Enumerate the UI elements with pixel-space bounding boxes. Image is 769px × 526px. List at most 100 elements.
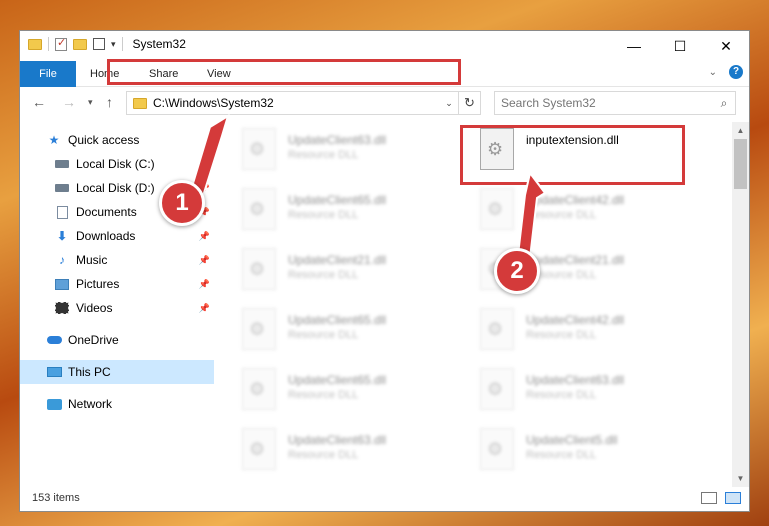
search-input[interactable] (501, 96, 713, 110)
file-type: Resource DLL (526, 449, 597, 461)
file-item[interactable]: UpdateClient65.dll Resource DLL (242, 368, 442, 414)
file-type: Resource DLL (526, 389, 597, 401)
tab-file[interactable]: File (20, 61, 76, 87)
sidebar-item-label: Pictures (76, 277, 120, 291)
star-icon: ★ (48, 133, 60, 147)
search-box[interactable]: ⌕ (494, 91, 736, 115)
sidebar-item-label: Videos (76, 301, 113, 315)
file-type: Resource DLL (288, 329, 359, 341)
disk-icon (54, 157, 70, 171)
file-type: Resource DLL (526, 329, 597, 341)
sidebar-item-label: Local Disk (C:) (76, 157, 155, 171)
minimize-button[interactable]: — (611, 31, 657, 61)
pin-icon[interactable]: 📌 (199, 255, 210, 266)
file-name: UpdateClient5.dll (526, 433, 618, 447)
document-icon (54, 205, 70, 219)
file-item[interactable]: UpdateClient63.dll Resource DLL (242, 428, 442, 474)
music-icon: ♪ (59, 253, 65, 267)
maximize-button[interactable]: ☐ (657, 31, 703, 61)
ribbon-right-controls: ⌄ ? (709, 65, 743, 79)
onedrive-icon (46, 333, 62, 347)
dll-file-icon (480, 188, 514, 230)
navigation-pane: ★ Quick access Local Disk (C:) 📌 Local D… (20, 122, 214, 487)
pin-icon[interactable]: 📌 (199, 159, 210, 170)
dll-file-icon (480, 428, 514, 470)
file-item[interactable]: UpdateClient63.dll Resource DLL (480, 368, 680, 414)
file-item[interactable]: UpdateClient42.dll Resource DLL (480, 188, 680, 234)
scroll-thumb[interactable] (734, 139, 747, 189)
back-arrow-icon[interactable]: ← (32, 94, 46, 110)
sidebar-item-label: Local Disk (D:) (76, 181, 155, 195)
sidebar-item-label: Quick access (68, 133, 140, 147)
file-type: Resource DLL (288, 149, 359, 161)
sidebar-item-onedrive[interactable]: OneDrive (20, 328, 214, 352)
file-name: UpdateClient42.dll (526, 193, 625, 207)
file-item[interactable]: UpdateClient63.dll Resource DLL (242, 128, 442, 174)
file-name: UpdateClient21.dll (288, 253, 387, 267)
dll-file-icon (242, 188, 276, 230)
sidebar-item-pictures[interactable]: Pictures 📌 (20, 272, 214, 296)
search-icon[interactable]: ⌕ (713, 96, 735, 111)
dll-file-icon (242, 428, 276, 470)
tab-view[interactable]: View (193, 61, 245, 87)
file-name: UpdateClient65.dll (288, 313, 387, 327)
refresh-icon[interactable]: ↻ (458, 92, 480, 114)
view-buttons (701, 492, 741, 504)
ribbon: File Home Share View ⌄ ? (20, 61, 749, 87)
status-bar: 153 items (20, 487, 749, 511)
scroll-up-icon[interactable]: ▲ (732, 122, 749, 139)
sidebar-item-videos[interactable]: Videos 📌 (20, 296, 214, 320)
item-count: 153 items (32, 492, 80, 504)
recent-locations-icon[interactable]: ▾ (88, 97, 93, 108)
file-name: UpdateClient63.dll (288, 433, 387, 447)
expand-ribbon-icon[interactable]: ⌄ (709, 67, 717, 78)
address-dropdown-icon[interactable]: ⌄ (440, 98, 458, 109)
navigation-bar: ← → ▾ ↑ C:\Windows\System32 ⌄ ↻ ⌕ (20, 88, 749, 118)
file-item[interactable]: UpdateClient65.dll Resource DLL (242, 308, 442, 354)
sidebar-item-network[interactable]: Network (20, 392, 214, 416)
file-type: Resource DLL (288, 269, 359, 281)
new-folder-icon[interactable] (73, 38, 87, 50)
large-icons-view-icon[interactable] (725, 492, 741, 504)
forward-arrow-icon[interactable]: → (62, 94, 76, 110)
sidebar-item-quick-access[interactable]: ★ Quick access (20, 128, 214, 152)
tab-home[interactable]: Home (76, 61, 133, 87)
file-item[interactable]: UpdateClient5.dll Resource DLL (480, 428, 680, 474)
file-type: Resource DLL (288, 209, 359, 221)
up-arrow-icon[interactable]: ↑ (106, 94, 113, 110)
file-item[interactable]: UpdateClient21.dll Resource DLL (242, 248, 442, 294)
folder-icon[interactable] (28, 38, 42, 50)
address-bar[interactable]: C:\Windows\System32 ⌄ ↻ (126, 91, 481, 115)
file-type: Resource DLL (526, 209, 597, 221)
sidebar-item-label: Documents (76, 205, 137, 219)
sidebar-item-local-disk-c[interactable]: Local Disk (C:) 📌 (20, 152, 214, 176)
scroll-down-icon[interactable]: ▼ (732, 470, 749, 487)
file-item[interactable]: UpdateClient42.dll Resource DLL (480, 308, 680, 354)
step-2-badge: 2 (494, 248, 540, 294)
chevron-down-icon[interactable]: ▾ (111, 39, 116, 50)
sidebar-item-downloads[interactable]: ⬇ Downloads 📌 (20, 224, 214, 248)
close-button[interactable]: ✕ (703, 31, 749, 61)
file-item[interactable]: UpdateClient65.dll Resource DLL (242, 188, 442, 234)
sidebar-item-this-pc[interactable]: This PC (20, 360, 214, 384)
separator (48, 37, 49, 51)
dll-file-icon (242, 308, 276, 350)
dll-file-icon (480, 128, 514, 170)
address-text[interactable]: C:\Windows\System32 (153, 96, 440, 110)
file-name: UpdateClient42.dll (526, 313, 625, 327)
pin-icon[interactable]: 📌 (199, 279, 210, 290)
details-view-icon[interactable] (701, 492, 717, 504)
customize-icon[interactable] (93, 38, 105, 50)
pin-icon[interactable]: 📌 (199, 231, 210, 242)
network-icon (46, 397, 62, 411)
file-list: UpdateClient63.dll Resource DLL UpdateCli… (234, 122, 732, 487)
properties-check-icon[interactable] (55, 36, 67, 51)
this-pc-icon (46, 365, 62, 379)
tab-share[interactable]: Share (135, 61, 192, 87)
pin-icon[interactable]: 📌 (199, 303, 210, 314)
help-icon[interactable]: ? (729, 65, 743, 79)
file-item-inputextension[interactable]: inputextension.dll (480, 128, 680, 174)
vertical-scrollbar[interactable]: ▲ ▼ (732, 122, 749, 487)
file-name: inputextension.dll (526, 133, 619, 147)
sidebar-item-music[interactable]: ♪ Music 📌 (20, 248, 214, 272)
